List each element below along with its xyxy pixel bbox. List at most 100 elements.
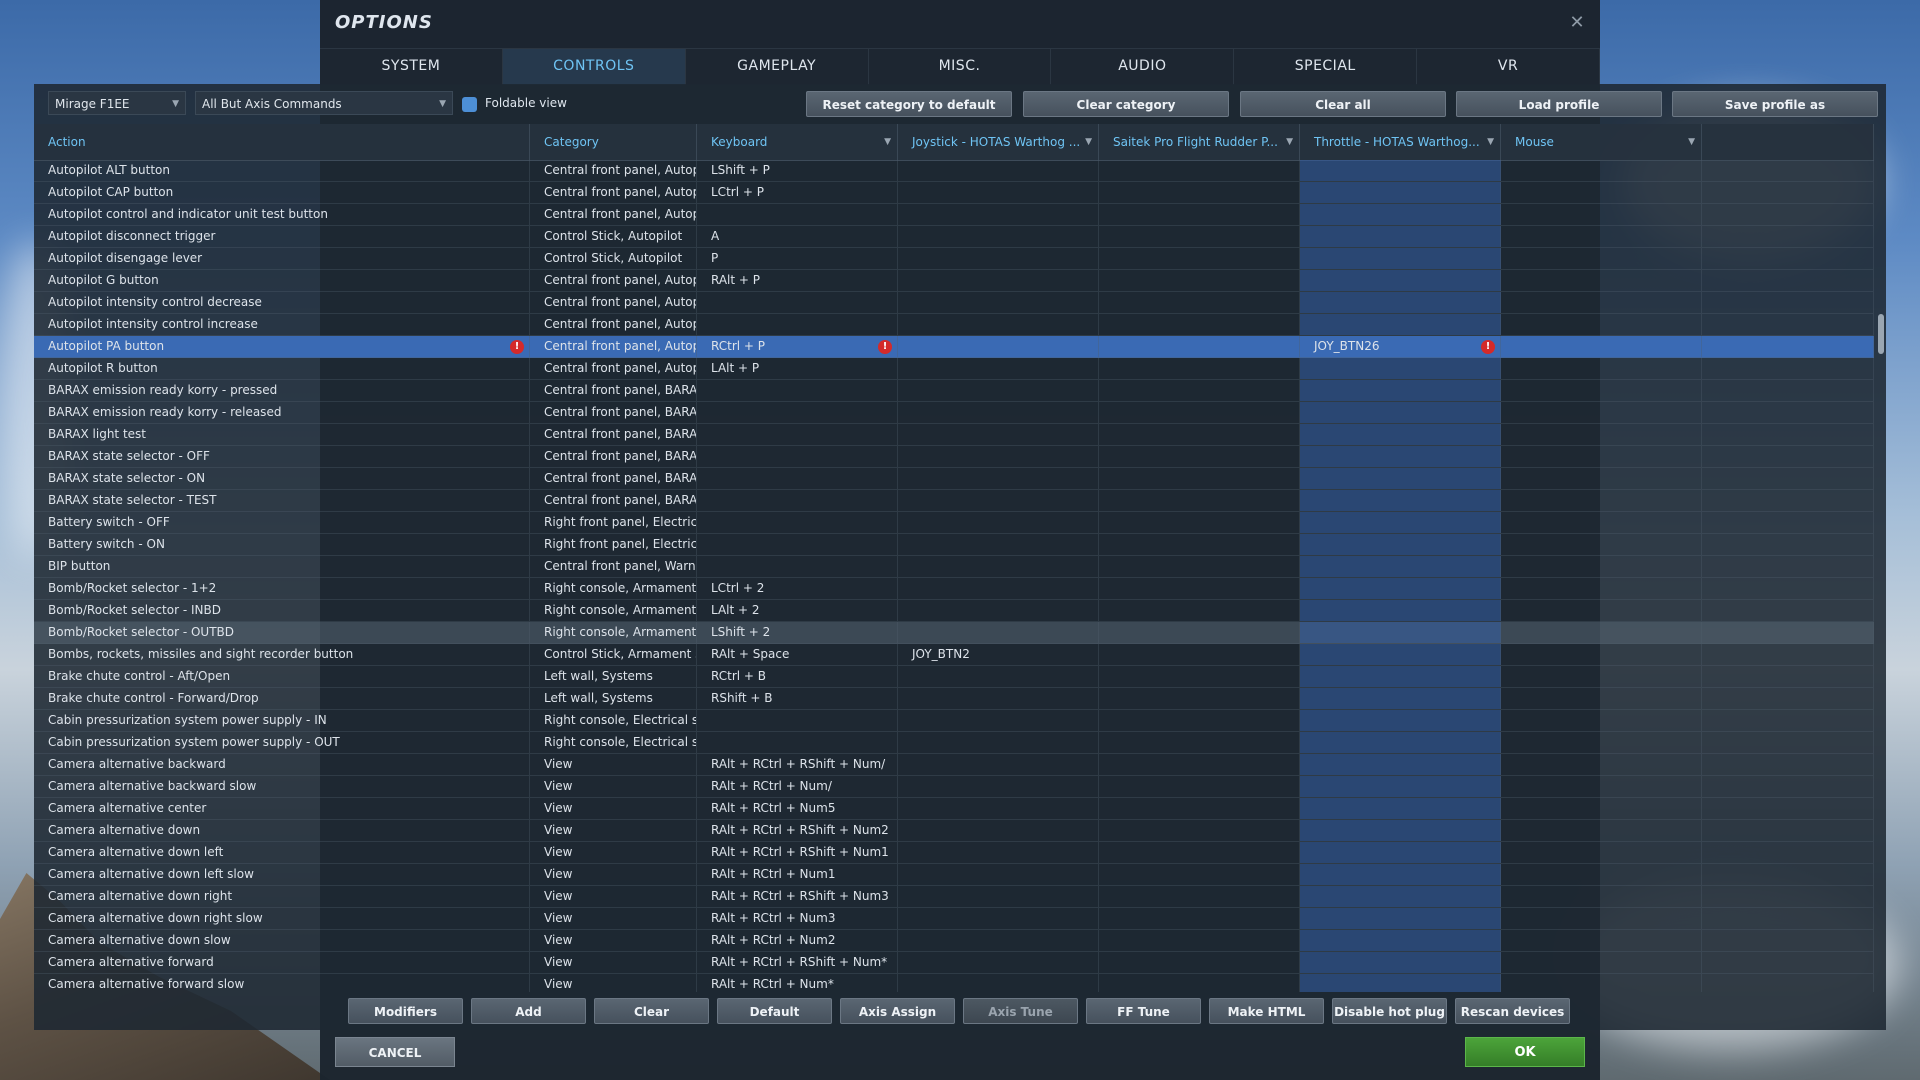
cell-joystick[interactable] — [898, 556, 1099, 577]
cell-throttle[interactable] — [1300, 204, 1501, 225]
table-row[interactable]: Autopilot disconnect trigger Control Stic… — [34, 226, 1874, 248]
table-row[interactable]: Camera alternative down right slow View RA… — [34, 908, 1874, 930]
cell-mouse[interactable] — [1501, 578, 1702, 599]
cell-category[interactable]: Central front panel, Autop — [530, 358, 697, 379]
cell-keyboard[interactable] — [697, 556, 898, 577]
cell-throttle[interactable] — [1300, 776, 1501, 797]
cell-rudder[interactable] — [1099, 160, 1300, 181]
cell-mouse[interactable] — [1501, 468, 1702, 489]
cell-mouse[interactable] — [1501, 512, 1702, 533]
cell-rudder[interactable] — [1099, 952, 1300, 973]
cell-rudder[interactable] — [1099, 292, 1300, 313]
cell-keyboard[interactable]: RCtrl + B — [697, 666, 898, 687]
cell-action[interactable]: Camera alternative center — [34, 798, 530, 819]
cell-action[interactable]: Autopilot disconnect trigger — [34, 226, 530, 247]
cell-throttle[interactable] — [1300, 842, 1501, 863]
cell-rudder[interactable] — [1099, 204, 1300, 225]
table-row[interactable]: Bombs, rockets, missiles and sight recor… — [34, 644, 1874, 666]
ok-button[interactable]: OK — [1465, 1037, 1585, 1067]
cell-throttle[interactable] — [1300, 930, 1501, 951]
cell-keyboard[interactable] — [697, 314, 898, 335]
cell-category[interactable]: View — [530, 776, 697, 797]
cell-action[interactable]: Bomb/Rocket selector - OUTBD — [34, 622, 530, 643]
column-header-category[interactable]: Category — [530, 124, 697, 160]
cell-extra[interactable] — [1702, 182, 1874, 203]
cell-action[interactable]: Cabin pressurization system power supply… — [34, 732, 530, 753]
cell-mouse[interactable] — [1501, 952, 1702, 973]
cell-extra[interactable] — [1702, 292, 1874, 313]
cell-joystick[interactable] — [898, 908, 1099, 929]
cell-keyboard[interactable]: RCtrl + P! — [697, 336, 898, 357]
column-header-throttle[interactable]: Throttle - HOTAS Warthog... ▼ — [1300, 124, 1501, 160]
cell-extra[interactable] — [1702, 512, 1874, 533]
cell-action[interactable]: Brake chute control - Aft/Open — [34, 666, 530, 687]
reset-category-button[interactable]: Reset category to default — [806, 91, 1012, 117]
load-profile-button[interactable]: Load profile — [1456, 91, 1662, 117]
cell-rudder[interactable] — [1099, 732, 1300, 753]
cell-mouse[interactable] — [1501, 556, 1702, 577]
table-row[interactable]: Brake chute control - Forward/Drop Left w… — [34, 688, 1874, 710]
cell-throttle[interactable] — [1300, 952, 1501, 973]
table-row[interactable]: Autopilot R button Central front panel, A… — [34, 358, 1874, 380]
cell-joystick[interactable] — [898, 226, 1099, 247]
cell-category[interactable]: Central front panel, Autop — [530, 160, 697, 181]
cell-joystick[interactable] — [898, 754, 1099, 775]
table-row[interactable]: Brake chute control - Aft/Open Left wall,… — [34, 666, 1874, 688]
cell-throttle[interactable] — [1300, 490, 1501, 511]
cell-category[interactable]: Right console, Electrical sy — [530, 710, 697, 731]
cell-action[interactable]: Autopilot PA button! — [34, 336, 530, 357]
cell-rudder[interactable] — [1099, 380, 1300, 401]
cell-extra[interactable] — [1702, 798, 1874, 819]
cell-keyboard[interactable] — [697, 204, 898, 225]
table-row[interactable]: Camera alternative forward View RAlt + RCt… — [34, 952, 1874, 974]
cell-extra[interactable] — [1702, 622, 1874, 643]
cell-category[interactable]: Central front panel, BARA — [530, 468, 697, 489]
cell-rudder[interactable] — [1099, 842, 1300, 863]
cell-action[interactable]: Autopilot G button — [34, 270, 530, 291]
cell-extra[interactable] — [1702, 556, 1874, 577]
cell-action[interactable]: BARAX emission ready korry - pressed — [34, 380, 530, 401]
cell-rudder[interactable] — [1099, 248, 1300, 269]
cell-mouse[interactable] — [1501, 754, 1702, 775]
table-row[interactable]: Camera alternative down right View RAlt + … — [34, 886, 1874, 908]
cell-rudder[interactable] — [1099, 578, 1300, 599]
cell-category[interactable]: Central front panel, Autop — [530, 292, 697, 313]
cell-throttle[interactable] — [1300, 864, 1501, 885]
tab-system[interactable]: SYSTEM — [320, 49, 503, 85]
tab-controls[interactable]: CONTROLS — [502, 49, 686, 85]
cell-joystick[interactable] — [898, 578, 1099, 599]
cell-extra[interactable] — [1702, 820, 1874, 841]
modifiers-button[interactable]: Modifiers — [348, 998, 463, 1024]
cell-joystick[interactable] — [898, 182, 1099, 203]
cell-mouse[interactable] — [1501, 600, 1702, 621]
cell-rudder[interactable] — [1099, 270, 1300, 291]
cell-mouse[interactable] — [1501, 974, 1702, 992]
cell-joystick[interactable] — [898, 864, 1099, 885]
cell-category[interactable]: View — [530, 930, 697, 951]
table-row[interactable]: BARAX state selector - OFF Central front … — [34, 446, 1874, 468]
cell-rudder[interactable] — [1099, 512, 1300, 533]
clear-category-button[interactable]: Clear category — [1023, 91, 1229, 117]
table-row[interactable]: Camera alternative center View RAlt + RCtr… — [34, 798, 1874, 820]
cell-extra[interactable] — [1702, 930, 1874, 951]
cell-rudder[interactable] — [1099, 556, 1300, 577]
cell-throttle[interactable] — [1300, 666, 1501, 687]
foldable-view-checkbox[interactable] — [462, 97, 477, 112]
cell-mouse[interactable] — [1501, 248, 1702, 269]
cell-throttle[interactable] — [1300, 358, 1501, 379]
cell-category[interactable]: View — [530, 754, 697, 775]
cell-mouse[interactable] — [1501, 292, 1702, 313]
cell-keyboard[interactable] — [697, 490, 898, 511]
cell-category[interactable]: Right console, Armament — [530, 622, 697, 643]
cell-joystick[interactable] — [898, 446, 1099, 467]
cell-throttle[interactable] — [1300, 380, 1501, 401]
cell-keyboard[interactable]: RAlt + RCtrl + RShift + Num* — [697, 952, 898, 973]
cell-rudder[interactable] — [1099, 864, 1300, 885]
cell-category[interactable]: View — [530, 974, 697, 992]
cell-joystick[interactable]: JOY_BTN2 — [898, 644, 1099, 665]
table-row[interactable]: Camera alternative down left slow View RAl… — [34, 864, 1874, 886]
cell-rudder[interactable] — [1099, 666, 1300, 687]
cell-keyboard[interactable]: RAlt + P — [697, 270, 898, 291]
table-row[interactable]: BARAX state selector - ON Central front p… — [34, 468, 1874, 490]
cell-keyboard[interactable]: RAlt + RCtrl + RShift + Num2 — [697, 820, 898, 841]
